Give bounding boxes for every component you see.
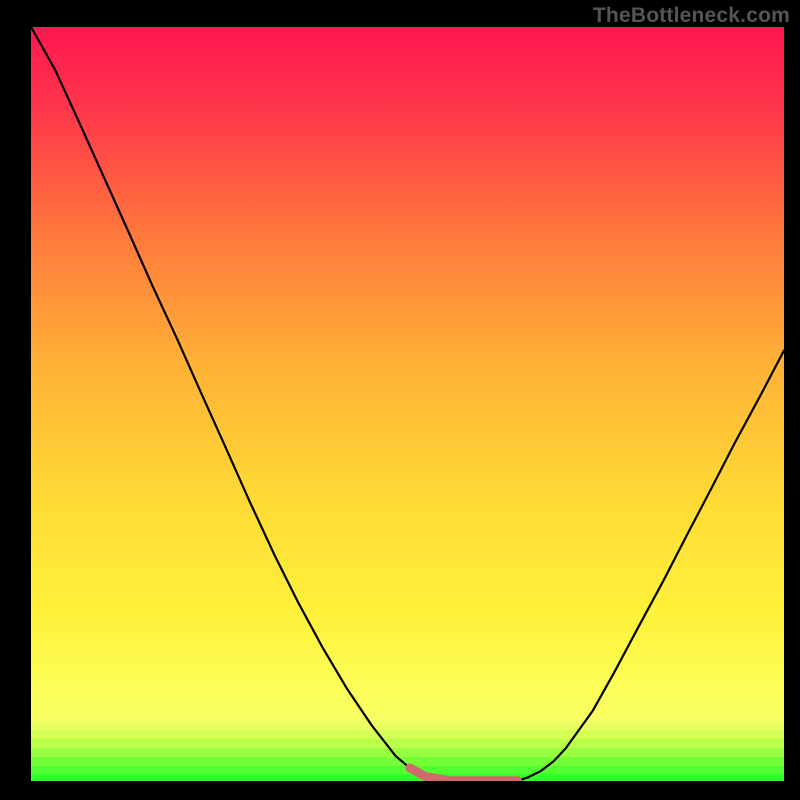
chart-container: TheBottleneck.com: [0, 0, 800, 800]
bottleneck-chart: [0, 0, 800, 800]
watermark-text: TheBottleneck.com: [593, 4, 790, 28]
bottom-bands: [31, 721, 784, 781]
gradient-panel: [31, 27, 784, 781]
